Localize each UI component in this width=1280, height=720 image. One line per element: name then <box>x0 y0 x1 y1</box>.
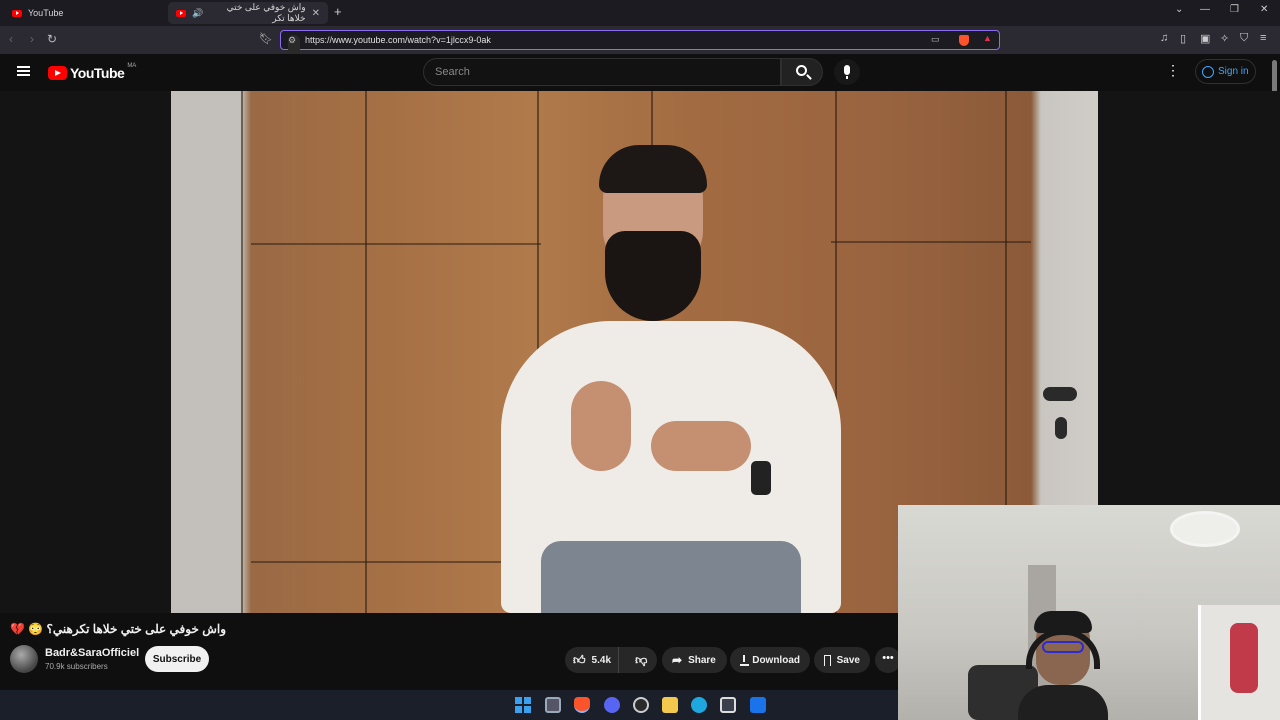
address-bar[interactable]: ⚙︎ https://www.youtube.com/watch?v=1jlcc… <box>280 30 1000 57</box>
wood-panel-seam <box>251 243 541 245</box>
browser-toolbar: ‹ › ↻ 🔖︎ ⚙︎ https://www.youtube.com/watc… <box>0 26 1280 57</box>
video-title: واش خوفي على ختي خلاها تكرهني؟ 😳 💔 <box>10 622 226 636</box>
youtube-header: YouTube MA Search ⋮ Sign in <box>0 54 1280 91</box>
cast-icon[interactable]: ▭ <box>931 34 940 45</box>
sign-in-label: Sign in <box>1218 66 1249 77</box>
subscriber-count: 70.9k subscribers <box>45 662 108 671</box>
back-icon[interactable]: ‹ <box>9 32 13 46</box>
subscribe-button[interactable]: Subscribe <box>145 646 209 672</box>
thumbs-down-icon: 👎︎ <box>635 652 648 667</box>
windows-start-icon[interactable] <box>515 697 531 713</box>
leo-ai-icon[interactable]: ✧ <box>1220 32 1229 45</box>
thumbs-up-icon: 👍︎ <box>573 652 586 667</box>
browser-tab-bar: YouTube 🔊 واش خوفي على ختي خلاها تكر ✕ +… <box>0 0 1280 26</box>
channel-name[interactable]: Badr&SaraOfficiel <box>45 647 139 659</box>
sidebar-icon[interactable]: ▯ <box>1180 32 1186 45</box>
download-button[interactable]: Download <box>730 647 810 673</box>
channel-avatar[interactable] <box>10 645 38 673</box>
webcam-overlay <box>898 505 1280 720</box>
tab-list-chevron-icon[interactable]: ⌄ <box>1175 4 1183 15</box>
download-label: Download <box>752 654 800 666</box>
restore-window-icon[interactable]: ❐ <box>1230 4 1239 15</box>
search-input[interactable]: Search <box>423 58 781 86</box>
black-tank-top <box>1018 685 1108 720</box>
vpn-icon[interactable]: ⛉ <box>1240 32 1248 45</box>
close-tab-icon[interactable]: ✕ <box>312 8 320 19</box>
outlook-icon[interactable] <box>750 697 766 713</box>
search-button[interactable] <box>781 58 823 86</box>
speaker-figure <box>501 145 841 613</box>
sign-in-button[interactable]: Sign in <box>1195 59 1256 84</box>
youtube-logo-text: YouTube <box>70 65 125 81</box>
microphone-icon <box>844 65 850 79</box>
brave-browser-icon[interactable] <box>574 697 590 713</box>
dislike-button[interactable]: 👎︎ <box>625 653 657 668</box>
wood-panel-seam <box>831 241 1031 243</box>
brave-rewards-icon[interactable]: ▲ <box>983 33 992 43</box>
ceiling-lamp <box>1170 511 1240 547</box>
like-dislike-group: 👍︎ 5.4k 👎︎ <box>565 647 657 673</box>
settings-more-icon[interactable]: ⋮ <box>1166 62 1181 79</box>
search-icon <box>796 65 807 76</box>
wallet-icon[interactable]: ▣ <box>1200 32 1210 45</box>
streamer-figure <box>1018 611 1108 720</box>
bookmark-icon[interactable]: 🔖︎ <box>259 32 273 45</box>
download-icon <box>740 654 750 666</box>
close-window-icon[interactable]: ✕ <box>1260 4 1268 15</box>
obs-icon[interactable] <box>633 697 649 713</box>
tab-youtube[interactable]: YouTube <box>4 2 164 24</box>
youtube-favicon-icon <box>176 9 186 17</box>
wood-panel-seam <box>365 91 367 613</box>
forward-icon[interactable]: › <box>30 32 34 46</box>
audio-playing-icon[interactable]: 🔊 <box>192 8 203 19</box>
edge-browser-icon[interactable] <box>691 697 707 713</box>
menu-icon[interactable]: ≡ <box>1260 32 1266 44</box>
door-lock <box>1055 417 1067 439</box>
url-text: https://www.youtube.com/watch?v=1jlccx9-… <box>305 35 491 45</box>
like-button[interactable]: 👍︎ 5.4k <box>565 647 620 673</box>
media-icon[interactable]: ♫ <box>1160 32 1168 44</box>
account-icon <box>1202 65 1214 78</box>
save-button[interactable]: Save <box>814 647 870 673</box>
country-code: MA <box>127 63 137 69</box>
file-explorer-icon[interactable] <box>662 697 678 713</box>
microsoft-store-icon[interactable] <box>720 697 736 713</box>
youtube-favicon-icon <box>12 9 22 17</box>
tab-title: واش خوفي على ختي خلاها تكر <box>226 2 306 23</box>
smartwatch <box>751 461 771 495</box>
speaker-beard <box>605 231 701 321</box>
share-label: Share <box>688 654 716 666</box>
pointing-hand <box>571 381 631 471</box>
like-count: 5.4k <box>591 654 612 666</box>
guide-menu-icon[interactable] <box>17 66 30 76</box>
save-playlist-icon <box>824 654 831 666</box>
tab-title: YouTube <box>28 8 64 18</box>
door-edge <box>241 91 243 613</box>
door-handle <box>1043 387 1077 401</box>
tab-video-active[interactable]: 🔊 واش خوفي على ختي خلاها تكر ✕ <box>168 2 328 24</box>
minimize-window-icon[interactable]: — <box>1200 4 1210 15</box>
red-clothing <box>1230 623 1258 693</box>
wood-panel-seam <box>251 561 501 563</box>
resting-hands <box>651 421 751 471</box>
voice-search-button[interactable] <box>834 59 860 85</box>
grey-shorts <box>541 541 801 613</box>
task-view-icon[interactable] <box>545 697 561 713</box>
youtube-play-logo-icon <box>48 66 67 80</box>
share-button[interactable]: ➦ Share <box>662 647 727 673</box>
youtube-logo[interactable]: YouTube MA <box>48 63 137 81</box>
save-label: Save <box>836 654 860 666</box>
share-icon: ➦ <box>672 653 683 667</box>
glasses <box>1042 641 1084 653</box>
new-tab-icon[interactable]: + <box>334 4 342 19</box>
brave-shield-icon[interactable] <box>959 35 969 46</box>
reload-icon[interactable]: ↻ <box>47 32 57 46</box>
speaker-hair <box>599 145 707 193</box>
discord-icon[interactable] <box>604 697 620 713</box>
